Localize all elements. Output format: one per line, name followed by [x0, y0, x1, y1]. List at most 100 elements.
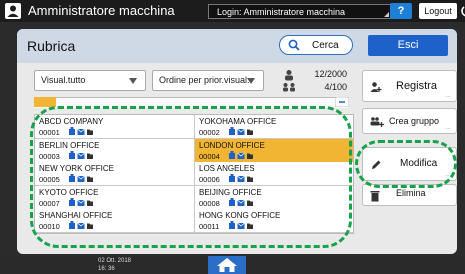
- destination-type-icons: [229, 150, 253, 161]
- entry-name: BEIJING OFFICE: [199, 187, 262, 197]
- fax-icon: [229, 127, 235, 135]
- more-indicator: ...: [445, 171, 451, 178]
- sort-order-select[interactable]: Ordine per prior.visual.: [152, 70, 264, 91]
- fax-icon: [229, 150, 235, 159]
- search-button[interactable]: Cerca: [279, 35, 353, 55]
- entry-number: 00007: [39, 198, 60, 208]
- entry-number: 00002: [199, 128, 220, 137]
- page-title: Rubrica: [27, 38, 76, 54]
- address-entry[interactable]: BERLIN OFFICE 00003: [35, 138, 194, 163]
- address-entry[interactable]: BEIJING OFFICE 00008: [194, 185, 353, 210]
- exit-button[interactable]: Esci: [368, 35, 448, 56]
- view-filter-value: Visual.tutto: [41, 75, 86, 85]
- folder-icon: [87, 200, 93, 206]
- address-entry[interactable]: SHANGHAI OFFICE 00010: [35, 209, 194, 234]
- entry-number: 00003: [39, 151, 60, 161]
- delete-button[interactable]: Elimina: [362, 184, 457, 206]
- entry-name: LONDON OFFICE: [199, 140, 265, 150]
- folder-icon: [247, 223, 253, 230]
- group-count: 4/100: [324, 82, 347, 92]
- entry-number: 00001: [39, 128, 60, 137]
- date-text: 02 Ott. 2018: [98, 258, 132, 264]
- delete-label: Elimina: [396, 188, 426, 198]
- address-entry[interactable]: NEW YORK OFFICE 00005: [35, 162, 194, 187]
- destination-type-icons: [229, 174, 253, 184]
- address-book-panel: Rubrica Cerca Esci Visual.tutto Ordine p…: [17, 29, 457, 254]
- address-entry[interactable]: HONG KONG OFFICE 00011: [194, 209, 353, 234]
- edit-button[interactable]: Modifica ...: [362, 147, 457, 181]
- entry-name: ABCD COMPANY: [39, 117, 104, 126]
- destination-type-icons: [69, 127, 93, 137]
- fax-icon: [229, 221, 235, 230]
- address-entry[interactable]: LOS ANGELES 00006: [194, 162, 353, 187]
- folder-icon: [87, 223, 93, 230]
- search-label: Cerca: [312, 40, 339, 51]
- folder-icon: [87, 153, 93, 159]
- register-label: Registra: [396, 80, 437, 92]
- top-bar: Amministratore macchina Login: Amministr…: [0, 0, 465, 22]
- chevron-down-icon: [129, 78, 137, 84]
- scroll-arrow-icon[interactable]: [335, 97, 349, 107]
- address-entry[interactable]: LONDON OFFICE 00004: [194, 138, 353, 163]
- entry-number: 00005: [39, 175, 60, 185]
- create-group-button[interactable]: Crea gruppo ...: [362, 108, 457, 134]
- create-group-label: Crea gruppo: [389, 116, 440, 126]
- entry-count: 12/2000: [314, 69, 347, 79]
- address-entry[interactable]: KYOTO OFFICE 00007: [35, 185, 194, 210]
- destination-type-icons: [69, 174, 93, 184]
- address-entry[interactable]: YOKOHAMA OFFICE 00002: [194, 115, 353, 139]
- mail-icon: [237, 223, 245, 230]
- login-status[interactable]: Login: Amministratore macchina: [208, 4, 393, 19]
- app-title: Amministratore macchina: [28, 3, 175, 18]
- mail-icon: [77, 199, 85, 206]
- destination-type-icons: [229, 127, 253, 137]
- user-icon: [5, 3, 21, 19]
- entry-number: 00010: [39, 222, 60, 232]
- folder-icon: [247, 176, 253, 183]
- power-icon[interactable]: [460, 3, 465, 19]
- fax-icon: [69, 221, 75, 230]
- entry-name: KYOTO OFFICE: [39, 187, 99, 197]
- entry-number: 00004: [199, 151, 220, 161]
- fax-icon: [69, 197, 75, 206]
- home-icon[interactable]: [208, 256, 246, 274]
- chevron-down-icon: [247, 78, 255, 84]
- entry-name: SHANGHAI OFFICE: [39, 211, 113, 221]
- index-tabs[interactable]: [34, 97, 349, 108]
- mail-icon: [77, 152, 85, 159]
- mail-icon: [77, 128, 85, 135]
- folder-icon: [247, 129, 253, 135]
- datetime: 02 Ott. 2018 16: 36: [98, 257, 131, 273]
- destination-type-icons: [69, 197, 93, 208]
- fax-icon: [69, 174, 75, 183]
- search-icon: [288, 39, 300, 51]
- edit-label: Modifica: [400, 158, 438, 169]
- login-status-text: Login: Amministratore macchina: [217, 7, 346, 17]
- fax-icon: [229, 197, 235, 206]
- destination-type-icons: [69, 150, 93, 161]
- help-button[interactable]: ?: [390, 3, 412, 19]
- fax-icon: [69, 127, 75, 135]
- destination-type-icons: [229, 221, 253, 231]
- mail-icon: [77, 223, 85, 230]
- entry-name: LOS ANGELES: [199, 164, 255, 174]
- mail-icon: [77, 175, 85, 183]
- view-filter-select[interactable]: Visual.tutto: [34, 70, 146, 91]
- address-entry[interactable]: ABCD COMPANY 00001: [35, 115, 194, 139]
- users-icon: [283, 70, 295, 92]
- sort-order-value: Ordine per prior.visual.: [159, 75, 250, 85]
- mail-icon: [237, 152, 245, 159]
- folder-icon: [87, 176, 93, 183]
- resize-corner-icon: [384, 12, 389, 17]
- panel-header: Rubrica Cerca Esci: [17, 29, 457, 63]
- add-group-icon: [370, 117, 384, 127]
- folder-icon: [247, 153, 253, 159]
- entry-number: 00006: [199, 175, 220, 185]
- time-text: 16: 36: [98, 266, 115, 272]
- index-tab-active[interactable]: [34, 97, 56, 107]
- register-button[interactable]: Registra ...: [362, 70, 457, 102]
- fax-icon: [229, 174, 235, 183]
- destination-type-icons: [229, 197, 253, 208]
- more-indicator: ...: [445, 124, 451, 131]
- logout-button[interactable]: Logout: [419, 3, 457, 19]
